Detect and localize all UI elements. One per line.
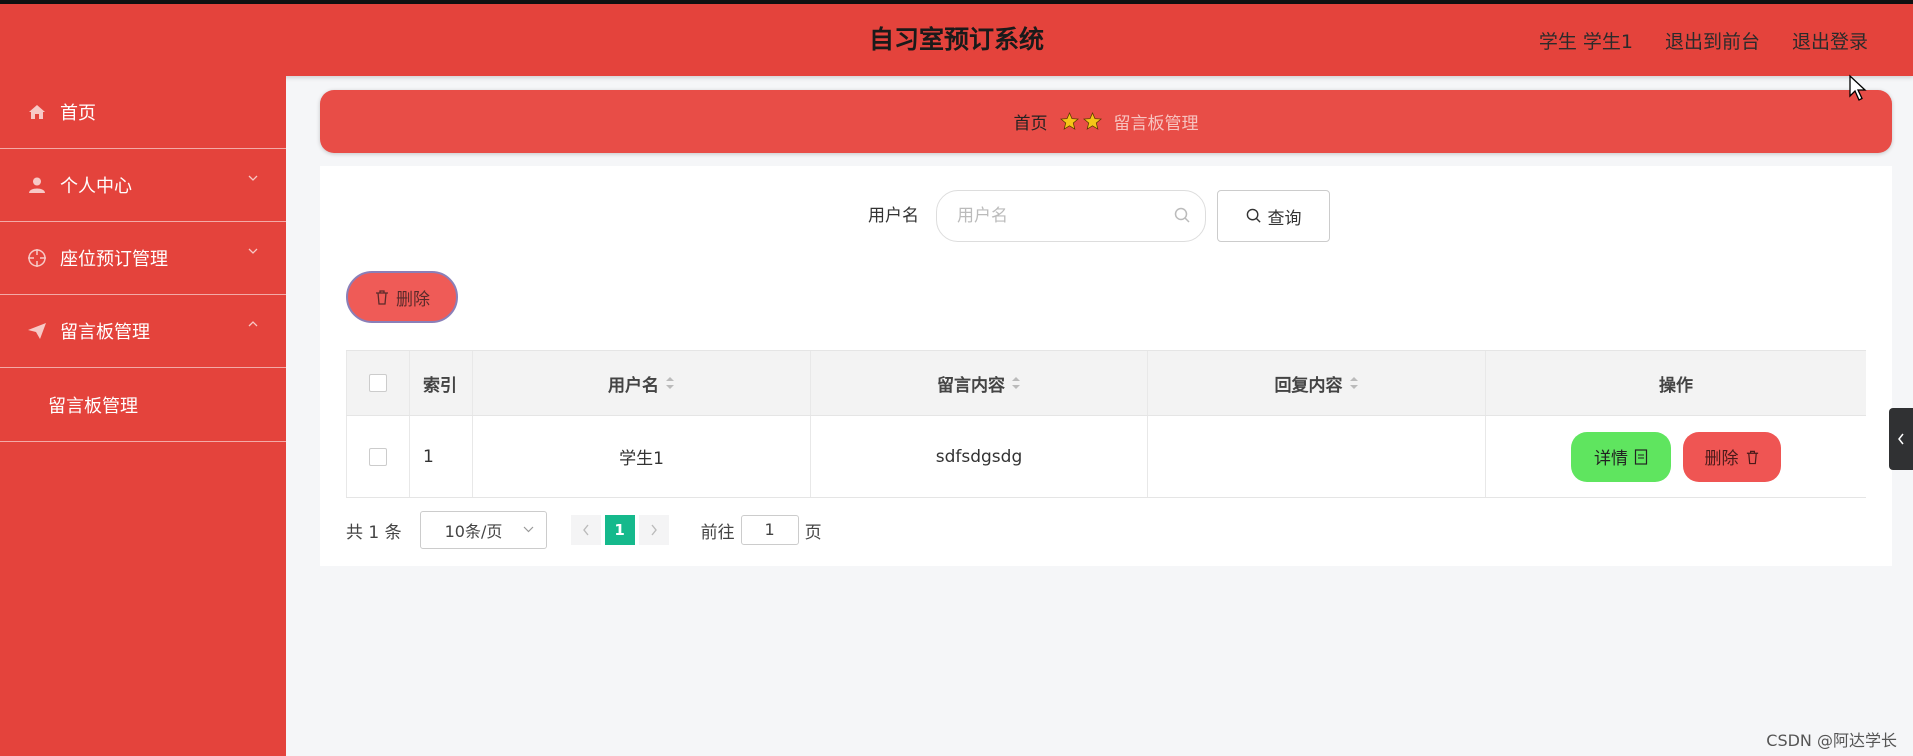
sidebar-item-label: 个人中心 [60,176,132,197]
sidebar-item-label: 首页 [60,103,96,124]
user-icon [26,174,48,196]
watermark: CSDN @阿达学长 [1766,731,1897,750]
detail-button[interactable]: 详情 [1571,431,1671,482]
cell-username: 学生1 [473,416,811,497]
cell-reply [1148,416,1486,497]
breadcrumb: 首页 留言板管理 [320,90,1892,153]
batch-delete-label: 删除 [396,289,430,310]
sort-icon[interactable] [665,376,675,390]
table-header: 索引 用户名 留言内容 回复内容 操作 [346,350,1866,416]
chevron-left-icon [1898,433,1904,445]
header-select-cell [346,351,410,415]
user-role-label[interactable]: 学生 学生1 [1539,27,1633,54]
content-panel: 用户名 查询 删除 索引 用户名 留言内容 回复内容 操作 1 [320,166,1892,566]
prev-page-button[interactable] [570,515,601,545]
page-size-value: 10条/页 [444,522,503,541]
breadcrumb-separator [1059,112,1102,131]
trash-icon [376,290,388,305]
sidebar-item-label: 座位预订管理 [60,249,168,270]
table-row: 1 学生1 sdfsdgsdg 详情 删除 [346,416,1866,498]
sidebar-item-home[interactable]: 首页 [0,76,286,149]
paper-plane-icon [26,320,48,342]
sidebar-subitem-message-board[interactable]: 留言板管理 [0,368,286,442]
back-to-frontend-link[interactable]: 退出到前台 [1665,27,1760,54]
mouse-cursor-icon [1849,74,1867,101]
header-actions: 操作 [1486,351,1866,415]
chevron-down-icon [248,248,258,254]
row-delete-button[interactable]: 删除 [1683,431,1781,482]
page-number-current[interactable]: 1 [604,515,635,545]
search-icon [1246,208,1261,223]
trash-icon [1746,450,1758,464]
home-icon [26,101,48,123]
logout-link[interactable]: 退出登录 [1792,27,1868,54]
row-select-cell [346,416,410,497]
target-icon [26,247,48,269]
username-search-input[interactable] [957,191,1167,241]
sidebar-item-message-board[interactable]: 留言板管理 [0,295,286,368]
cell-actions: 详情 删除 [1486,416,1866,497]
sort-icon[interactable] [1349,376,1359,390]
query-button[interactable]: 查询 [1217,190,1330,242]
document-icon [1634,448,1648,465]
pagination-total: 共 1 条 [346,522,402,543]
header-label: 用户名 [608,375,659,396]
header-nav: 学生 学生1 退出到前台 退出登录 [1539,4,1868,76]
side-collapse-tab[interactable] [1889,408,1913,470]
sidebar: 首页 个人中心 座位预订管理 留言板管理 留言板管理 [0,76,286,756]
star-icon [1059,112,1079,130]
goto-page-input[interactable]: 1 [740,515,799,545]
breadcrumb-home[interactable]: 首页 [1014,109,1048,134]
sidebar-item-personal-center[interactable]: 个人中心 [0,149,286,222]
breadcrumb-current: 留言板管理 [1113,114,1199,134]
sidebar-item-label: 留言板管理 [60,322,150,343]
sort-icon[interactable] [1011,376,1021,390]
select-all-checkbox[interactable] [369,374,387,392]
row-checkbox[interactable] [369,447,387,466]
pagination: 共 1 条 10条/页 1 前往 1 页 [346,510,822,550]
page-suffix-label: 页 [804,522,822,543]
chevron-up-icon [248,321,258,327]
header-label: 回复内容 [1274,375,1343,396]
cell-index: 1 [410,416,473,497]
header-label: 操作 [1659,375,1693,396]
top-header: 自习室预订系统 学生 学生1 退出到前台 退出登录 [0,4,1913,76]
sidebar-subitem-label: 留言板管理 [48,395,138,417]
header-reply[interactable]: 回复内容 [1148,351,1486,415]
chevron-down-icon [248,175,258,181]
star-icon [1082,112,1102,130]
header-username[interactable]: 用户名 [473,351,811,415]
message-table: 索引 用户名 留言内容 回复内容 操作 1 学生1 sdfsdgsdg 详情 删… [346,350,1866,498]
username-search-field [936,190,1206,242]
search-label: 用户名 [868,206,919,226]
query-button-label: 查询 [1267,208,1302,229]
page-size-select[interactable]: 10条/页 [419,511,547,549]
cell-message: sdfsdgsdg [811,416,1148,497]
header-index: 索引 [410,351,473,415]
detail-button-label: 详情 [1594,449,1628,469]
chevron-right-icon [651,524,657,536]
next-page-button[interactable] [638,515,669,545]
sidebar-item-seat-booking[interactable]: 座位预订管理 [0,222,286,295]
search-bar: 用户名 查询 [320,190,1892,242]
batch-delete-button[interactable]: 删除 [346,271,458,323]
chevron-left-icon [582,524,589,536]
chevron-down-icon [523,526,534,533]
row-delete-label: 删除 [1704,449,1739,469]
header-label: 留言内容 [937,375,1005,396]
header-label: 索引 [423,375,457,396]
goto-label: 前往 [700,522,735,543]
header-message[interactable]: 留言内容 [811,351,1148,415]
search-icon [1174,207,1190,223]
